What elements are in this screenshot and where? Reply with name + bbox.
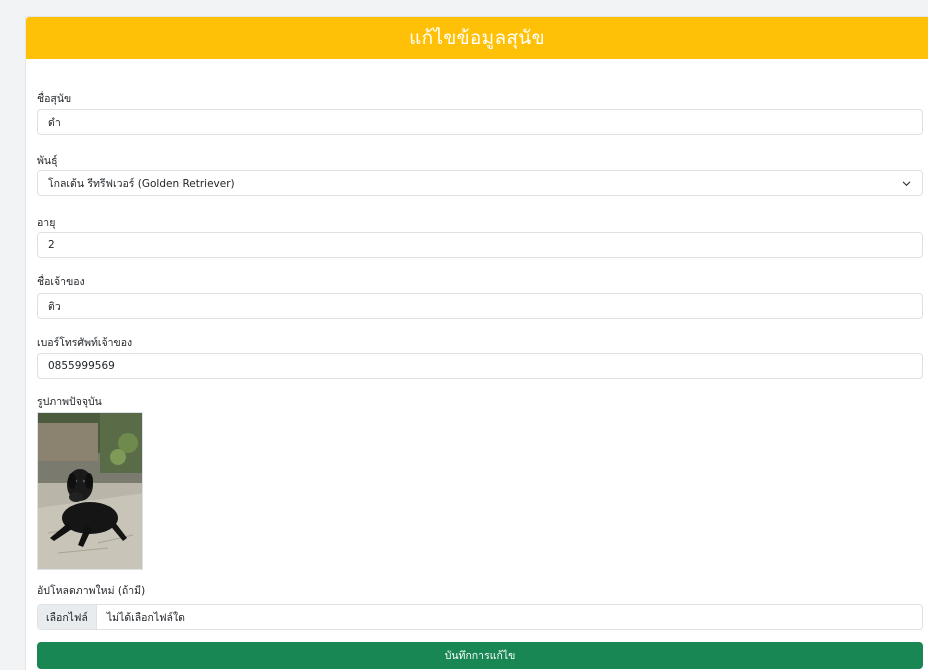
save-changes-button[interactable]: บันทึกการแก้ไข bbox=[37, 642, 923, 669]
breed-select[interactable]: โกลเด้น รีทรีฟเวอร์ (Golden Retriever) bbox=[37, 170, 923, 196]
upload-label: อัปโหลดภาพใหม่ (ถ้ามี) bbox=[37, 585, 146, 597]
age-value: 2 bbox=[48, 239, 55, 251]
owner-name-label: ชื่อเจ้าของ bbox=[37, 276, 85, 288]
breed-label: พันธุ์ bbox=[37, 155, 58, 167]
owner-name-value: ติว bbox=[48, 300, 61, 313]
edit-dog-card: แก้ไขข้อมูลสุนัข ชื่อสุนัข ดำ พันธุ์ โกล… bbox=[25, 16, 928, 670]
age-label: อายุ bbox=[37, 217, 56, 229]
card-header: แก้ไขข้อมูลสุนัข bbox=[26, 17, 928, 59]
page-title: แก้ไขข้อมูลสุนัข bbox=[409, 27, 545, 49]
age-input[interactable]: 2 bbox=[37, 232, 923, 258]
current-photo-label: รูปภาพปัจจุบัน bbox=[37, 396, 102, 408]
file-input[interactable]: เลือกไฟล์ ไม่ได้เลือกไฟล์ใด bbox=[37, 604, 923, 630]
dog-photo-image bbox=[38, 413, 142, 569]
chevron-down-icon bbox=[902, 181, 911, 186]
owner-phone-input[interactable]: 0855999569 bbox=[37, 353, 923, 379]
owner-name-input[interactable]: ติว bbox=[37, 293, 923, 319]
choose-file-button[interactable]: เลือกไฟล์ bbox=[38, 605, 97, 629]
dog-name-label: ชื่อสุนัข bbox=[37, 93, 72, 105]
owner-phone-value: 0855999569 bbox=[48, 360, 115, 372]
file-status: ไม่ได้เลือกไฟล์ใด bbox=[106, 611, 185, 624]
owner-phone-label: เบอร์โทรศัพท์เจ้าของ bbox=[37, 337, 133, 349]
breed-value: โกลเด้น รีทรีฟเวอร์ (Golden Retriever) bbox=[48, 177, 235, 190]
dog-photo bbox=[37, 412, 143, 570]
dog-name-input[interactable]: ดำ bbox=[37, 109, 923, 135]
dog-name-value: ดำ bbox=[48, 116, 61, 129]
